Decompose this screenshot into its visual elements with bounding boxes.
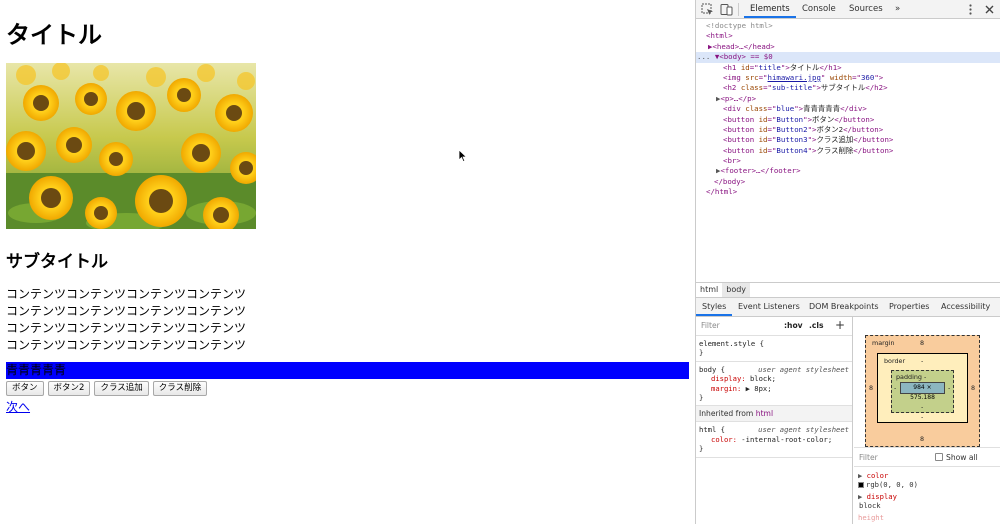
- tab-styles[interactable]: Styles: [696, 298, 733, 316]
- styles-pane: Filter :hov .cls + element.style { } bod…: [696, 317, 853, 524]
- style-rule-element[interactable]: element.style { }: [696, 336, 852, 362]
- dom-line[interactable]: ▶<p>…</p>: [696, 94, 1000, 104]
- box-model-diagram: margin 8 8 8 8 border - padding - - - - …: [854, 317, 1000, 447]
- hov-toggle[interactable]: :hov: [784, 321, 803, 330]
- content-line: コンテンツコンテンツコンテンツコンテンツ: [6, 338, 247, 352]
- remove-class-button[interactable]: クラス削除: [152, 381, 208, 396]
- computed-property[interactable]: height: [858, 513, 884, 522]
- dom-line[interactable]: </body>: [696, 177, 1000, 187]
- page-subtitle: サブタイトル: [6, 252, 108, 272]
- dom-line[interactable]: <!doctype html>: [696, 21, 1000, 31]
- dom-line[interactable]: <br>: [696, 156, 1000, 166]
- dom-line[interactable]: <h2 class="sub-title">サブタイトル</h2>: [696, 83, 1000, 93]
- add-class-button[interactable]: クラス追加: [94, 381, 149, 396]
- sunflower-image: [6, 63, 256, 229]
- tab-event-listeners[interactable]: Event Listeners: [732, 298, 806, 316]
- breadcrumb: html body: [696, 282, 1000, 298]
- style-property: display: block;: [711, 374, 776, 384]
- close-icon[interactable]: [983, 3, 996, 16]
- tab-console[interactable]: Console: [796, 0, 842, 18]
- dom-line[interactable]: <div class="blue">青青青青青</div>: [696, 104, 1000, 114]
- rule-source: user agent stylesheet: [758, 364, 849, 374]
- styles-filter-bar: Filter :hov .cls +: [696, 317, 852, 336]
- dom-line[interactable]: ▶<footer>…</footer>: [696, 166, 1000, 176]
- dom-line[interactable]: <button id="Button4">クラス削除</button>: [696, 146, 1000, 156]
- computed-pane: Filter Show all ▶ color rgb(0, 0, 0) ▶ d…: [854, 447, 1000, 524]
- dom-line-selected[interactable]: ... ▼<body> == $0: [696, 52, 1000, 63]
- rule-source: user agent stylesheet: [758, 425, 849, 435]
- content-line: コンテンツコンテンツコンテンツコンテンツ: [6, 321, 247, 335]
- style-property: margin: ▶ 8px;: [711, 383, 772, 393]
- dom-line[interactable]: <html>: [696, 31, 1000, 41]
- mouse-cursor-icon: [458, 148, 468, 167]
- page-title: タイトル: [6, 21, 102, 49]
- style-property: color: -internal-root-color;: [711, 434, 833, 444]
- style-rule-body[interactable]: body { user agent stylesheet display: bl…: [696, 362, 852, 407]
- box-model-margin[interactable]: margin 8 8 8 8 border - padding - - - - …: [865, 335, 980, 447]
- tab-sources[interactable]: Sources: [843, 0, 889, 18]
- more-tabs-button[interactable]: »: [889, 0, 906, 18]
- dom-line[interactable]: <button id="Button2">ボタン2</button>: [696, 125, 1000, 135]
- button-1[interactable]: ボタン: [6, 381, 44, 396]
- dom-line[interactable]: <h1 id="title">タイトル</h1>: [696, 63, 1000, 73]
- dom-line[interactable]: <button id="Button">ボタン</button>: [696, 115, 1000, 125]
- devtools-panel: Elements Console Sources » <!doctype htm…: [695, 0, 1000, 524]
- computed-property[interactable]: ▶ color: [858, 471, 888, 480]
- button-2[interactable]: ボタン2: [47, 381, 91, 396]
- devtools-toolbar: Elements Console Sources »: [696, 0, 1000, 19]
- computed-value: rgb(0, 0, 0): [858, 480, 918, 489]
- show-all-label: Show all: [946, 453, 978, 462]
- computed-value: block: [859, 501, 881, 510]
- tab-properties[interactable]: Properties: [883, 298, 935, 316]
- styles-filter-input[interactable]: Filter: [701, 321, 720, 330]
- tab-accessibility[interactable]: Accessibility: [935, 298, 996, 316]
- rendered-page: タイトル サブタイトル コンテンツコンテンツコンテンツコンテンツ コンテンツコン…: [0, 0, 695, 524]
- device-toolbar-icon[interactable]: [720, 3, 733, 16]
- color-swatch-icon: [858, 482, 864, 488]
- show-all-checkbox[interactable]: [935, 453, 943, 461]
- computed-property[interactable]: ▶ display: [858, 492, 897, 501]
- dom-tree: <!doctype html> <html> ▶<head>…</head> .…: [696, 19, 1000, 282]
- inspect-element-icon[interactable]: [701, 3, 714, 16]
- button-row: ボタン ボタン2 クラス追加 クラス削除: [6, 381, 208, 396]
- breadcrumb-body[interactable]: body: [722, 283, 751, 297]
- style-rule-html[interactable]: html { user agent stylesheet color: -int…: [696, 422, 852, 458]
- next-link[interactable]: 次へ: [6, 398, 30, 415]
- new-rule-button[interactable]: +: [835, 318, 845, 332]
- dom-line[interactable]: ▶<head>…</head>: [696, 42, 1000, 52]
- content-line: コンテンツコンテンツコンテンツコンテンツ: [6, 287, 247, 301]
- blue-div: 青青青青青: [6, 362, 689, 379]
- inherited-header: Inherited from html: [696, 406, 852, 423]
- cls-toggle[interactable]: .cls: [809, 321, 824, 330]
- computed-filter-input[interactable]: Filter: [859, 453, 878, 462]
- breadcrumb-html[interactable]: html: [696, 283, 722, 297]
- dom-line[interactable]: <button id="Button3">クラス追加</button>: [696, 135, 1000, 145]
- tab-elements[interactable]: Elements: [744, 0, 796, 18]
- tab-dom-breakpoints[interactable]: DOM Breakpoints: [803, 298, 885, 316]
- content-paragraph: コンテンツコンテンツコンテンツコンテンツ コンテンツコンテンツコンテンツコンテン…: [6, 286, 246, 354]
- box-model-padding[interactable]: padding - - - - 984 × 575.188: [891, 370, 954, 413]
- dom-line[interactable]: </html>: [696, 187, 1000, 197]
- sidebar-tabs: Styles Event Listeners DOM Breakpoints P…: [696, 298, 1000, 317]
- box-model-content[interactable]: 984 × 575.188: [900, 382, 945, 401]
- box-model-border[interactable]: border - padding - - - - 984 × 575.188 -: [877, 353, 968, 423]
- kebab-menu-icon[interactable]: [964, 3, 977, 16]
- content-line: コンテンツコンテンツコンテンツコンテンツ: [6, 304, 247, 318]
- dom-line[interactable]: <img src="himawari.jpg" width="360">: [696, 73, 1000, 83]
